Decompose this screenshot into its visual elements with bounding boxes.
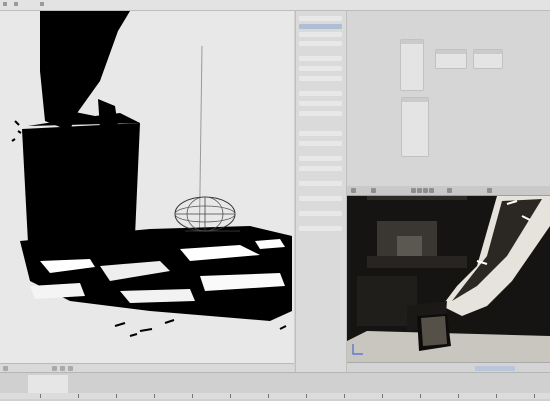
timeline-tick-icon bbox=[534, 394, 535, 398]
node-box[interactable] bbox=[400, 39, 424, 91]
timeline-tick-icon bbox=[268, 394, 269, 398]
property-row[interactable] bbox=[299, 24, 342, 29]
property-row[interactable] bbox=[299, 131, 342, 136]
property-row[interactable] bbox=[299, 226, 342, 231]
render-tool-icon[interactable] bbox=[417, 188, 422, 193]
node-box[interactable] bbox=[473, 49, 503, 69]
node-editor[interactable] bbox=[347, 11, 550, 186]
timeline-tick-icon bbox=[78, 394, 79, 398]
property-row[interactable] bbox=[299, 32, 342, 37]
menu-icon[interactable] bbox=[3, 2, 7, 6]
3d-viewport[interactable] bbox=[0, 11, 294, 363]
render-image bbox=[347, 196, 550, 362]
timeline-tick-icon bbox=[420, 394, 421, 398]
timeline-tick-icon bbox=[496, 394, 497, 398]
node-box[interactable] bbox=[401, 97, 429, 157]
frame-indicator[interactable] bbox=[475, 366, 515, 371]
render-tool-icon[interactable] bbox=[371, 188, 376, 193]
properties-panel bbox=[295, 11, 347, 372]
property-row[interactable] bbox=[299, 196, 342, 201]
render-tool-icon[interactable] bbox=[447, 188, 452, 193]
menu-icon[interactable] bbox=[14, 2, 18, 6]
timeline-tick-icon bbox=[382, 394, 383, 398]
render-tool-icon[interactable] bbox=[429, 188, 434, 193]
render-tool-icon[interactable] bbox=[68, 366, 73, 371]
menu-icon[interactable] bbox=[40, 2, 44, 6]
property-row[interactable] bbox=[299, 166, 342, 171]
property-row[interactable] bbox=[299, 56, 342, 61]
timeline-tick-icon bbox=[154, 394, 155, 398]
node-box[interactable] bbox=[435, 49, 467, 69]
timeline-tick-icon bbox=[230, 394, 231, 398]
viewport-scene bbox=[11, 11, 292, 337]
property-row[interactable] bbox=[299, 141, 342, 146]
top-menu-bar bbox=[0, 0, 550, 11]
property-row[interactable] bbox=[299, 211, 342, 216]
property-row[interactable] bbox=[299, 66, 342, 71]
timeline-tick-icon bbox=[116, 394, 117, 398]
timeline-tick-icon bbox=[458, 394, 459, 398]
property-row[interactable] bbox=[299, 181, 342, 186]
render-tool-icon[interactable] bbox=[423, 188, 428, 193]
render-view-header bbox=[347, 186, 550, 196]
property-row[interactable] bbox=[299, 91, 342, 96]
render-tool-icon[interactable] bbox=[487, 188, 492, 193]
render-tool-icon[interactable] bbox=[411, 188, 416, 193]
property-row[interactable] bbox=[299, 41, 342, 46]
timeline-tick-icon bbox=[306, 394, 307, 398]
property-row[interactable] bbox=[299, 101, 342, 106]
timeline-tick-icon bbox=[344, 394, 345, 398]
render-tool-icon[interactable] bbox=[3, 366, 8, 371]
render-view[interactable] bbox=[347, 196, 550, 362]
render-tool-icon[interactable] bbox=[52, 366, 57, 371]
render-tool-icon[interactable] bbox=[351, 188, 356, 193]
property-row[interactable] bbox=[299, 111, 342, 116]
timeline[interactable] bbox=[0, 372, 550, 401]
timeline-tick-icon bbox=[192, 394, 193, 398]
timeline-track[interactable] bbox=[0, 393, 550, 399]
timeline-tick-icon bbox=[40, 394, 41, 398]
property-row[interactable] bbox=[299, 156, 342, 161]
property-row[interactable] bbox=[299, 16, 342, 21]
property-row[interactable] bbox=[299, 76, 342, 81]
timeline-selection[interactable] bbox=[28, 375, 68, 393]
render-tool-icon[interactable] bbox=[60, 366, 65, 371]
